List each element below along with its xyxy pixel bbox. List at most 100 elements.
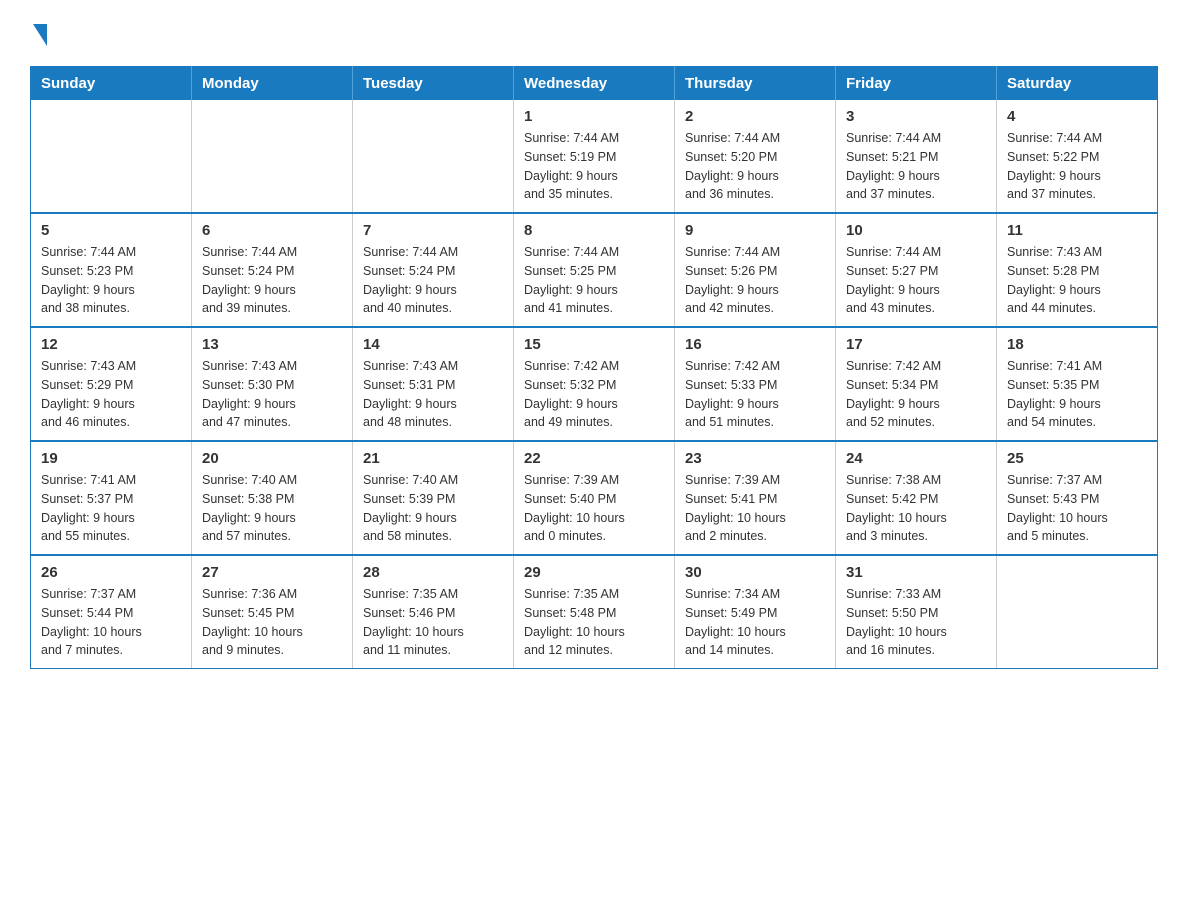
day-info: Sunrise: 7:36 AM Sunset: 5:45 PM Dayligh… <box>202 585 342 660</box>
day-number: 25 <box>1007 450 1147 467</box>
day-info: Sunrise: 7:44 AM Sunset: 5:21 PM Dayligh… <box>846 129 986 204</box>
calendar-cell: 5Sunrise: 7:44 AM Sunset: 5:23 PM Daylig… <box>31 213 192 327</box>
day-info: Sunrise: 7:39 AM Sunset: 5:41 PM Dayligh… <box>685 471 825 546</box>
day-info: Sunrise: 7:44 AM Sunset: 5:27 PM Dayligh… <box>846 243 986 318</box>
day-number: 31 <box>846 564 986 581</box>
day-number: 20 <box>202 450 342 467</box>
day-info: Sunrise: 7:44 AM Sunset: 5:25 PM Dayligh… <box>524 243 664 318</box>
calendar-cell: 28Sunrise: 7:35 AM Sunset: 5:46 PM Dayli… <box>353 555 514 669</box>
calendar-table: SundayMondayTuesdayWednesdayThursdayFrid… <box>30 66 1158 669</box>
calendar-cell: 16 Sunrise: 7:42 AM Sunset: 5:33 PM Dayli… <box>675 327 836 441</box>
weekday-header: Sunday <box>31 67 192 101</box>
day-number: 28 <box>363 564 503 581</box>
logo <box>30 20 47 46</box>
calendar-cell: 11 Sunrise: 7:43 AM Sunset: 5:28 PM Dayli… <box>997 213 1158 327</box>
calendar-cell: 30 Sunrise: 7:34 AM Sunset: 5:49 PM Dayli… <box>675 555 836 669</box>
day-info: Sunrise: 7:41 AM Sunset: 5:35 PM Dayligh… <box>1007 357 1147 432</box>
day-number: 14 <box>363 336 503 353</box>
calendar-cell: 12 Sunrise: 7:43 AM Sunset: 5:29 PM Dayli… <box>31 327 192 441</box>
day-number: 3 <box>846 108 986 125</box>
day-number: 18 <box>1007 336 1147 353</box>
calendar-cell: 18 Sunrise: 7:41 AM Sunset: 5:35 PM Dayli… <box>997 327 1158 441</box>
day-info: Sunrise: 7:42 AM Sunset: 5:32 PM Dayligh… <box>524 357 664 432</box>
page-header <box>30 20 1158 46</box>
day-info: Sunrise: 7:43 AM Sunset: 5:29 PM Dayligh… <box>41 357 181 432</box>
day-info: Sunrise: 7:44 AM Sunset: 5:26 PM Dayligh… <box>685 243 825 318</box>
day-info: Sunrise: 7:37 AM Sunset: 5:43 PM Dayligh… <box>1007 471 1147 546</box>
day-number: 5 <box>41 222 181 239</box>
day-number: 9 <box>685 222 825 239</box>
day-info: Sunrise: 7:34 AM Sunset: 5:49 PM Dayligh… <box>685 585 825 660</box>
day-number: 23 <box>685 450 825 467</box>
calendar-cell: 31Sunrise: 7:33 AM Sunset: 5:50 PM Dayli… <box>836 555 997 669</box>
day-info: Sunrise: 7:44 AM Sunset: 5:19 PM Dayligh… <box>524 129 664 204</box>
calendar-cell: 26 Sunrise: 7:37 AM Sunset: 5:44 PM Dayli… <box>31 555 192 669</box>
calendar-week-row: 12 Sunrise: 7:43 AM Sunset: 5:29 PM Dayli… <box>31 327 1158 441</box>
day-number: 13 <box>202 336 342 353</box>
weekday-header: Friday <box>836 67 997 101</box>
calendar-cell: 1 Sunrise: 7:44 AM Sunset: 5:19 PM Daylig… <box>514 100 675 213</box>
calendar-cell: 19 Sunrise: 7:41 AM Sunset: 5:37 PM Dayli… <box>31 441 192 555</box>
calendar-week-row: 5Sunrise: 7:44 AM Sunset: 5:23 PM Daylig… <box>31 213 1158 327</box>
day-info: Sunrise: 7:40 AM Sunset: 5:38 PM Dayligh… <box>202 471 342 546</box>
day-number: 10 <box>846 222 986 239</box>
weekday-header: Thursday <box>675 67 836 101</box>
day-info: Sunrise: 7:39 AM Sunset: 5:40 PM Dayligh… <box>524 471 664 546</box>
weekday-header: Saturday <box>997 67 1158 101</box>
calendar-cell: 23 Sunrise: 7:39 AM Sunset: 5:41 PM Dayli… <box>675 441 836 555</box>
day-info: Sunrise: 7:44 AM Sunset: 5:24 PM Dayligh… <box>202 243 342 318</box>
day-number: 19 <box>41 450 181 467</box>
calendar-cell <box>192 100 353 213</box>
calendar-cell: 14 Sunrise: 7:43 AM Sunset: 5:31 PM Dayli… <box>353 327 514 441</box>
weekday-header: Tuesday <box>353 67 514 101</box>
day-info: Sunrise: 7:35 AM Sunset: 5:48 PM Dayligh… <box>524 585 664 660</box>
calendar-week-row: 19 Sunrise: 7:41 AM Sunset: 5:37 PM Dayli… <box>31 441 1158 555</box>
day-info: Sunrise: 7:43 AM Sunset: 5:28 PM Dayligh… <box>1007 243 1147 318</box>
day-info: Sunrise: 7:44 AM Sunset: 5:24 PM Dayligh… <box>363 243 503 318</box>
calendar-cell <box>353 100 514 213</box>
day-number: 12 <box>41 336 181 353</box>
day-number: 26 <box>41 564 181 581</box>
day-info: Sunrise: 7:44 AM Sunset: 5:22 PM Dayligh… <box>1007 129 1147 204</box>
calendar-cell: 7Sunrise: 7:44 AM Sunset: 5:24 PM Daylig… <box>353 213 514 327</box>
calendar-cell: 29 Sunrise: 7:35 AM Sunset: 5:48 PM Dayli… <box>514 555 675 669</box>
calendar-cell: 15 Sunrise: 7:42 AM Sunset: 5:32 PM Dayli… <box>514 327 675 441</box>
day-number: 27 <box>202 564 342 581</box>
calendar-cell: 9 Sunrise: 7:44 AM Sunset: 5:26 PM Daylig… <box>675 213 836 327</box>
calendar-cell: 17Sunrise: 7:42 AM Sunset: 5:34 PM Dayli… <box>836 327 997 441</box>
calendar-cell: 8 Sunrise: 7:44 AM Sunset: 5:25 PM Daylig… <box>514 213 675 327</box>
day-info: Sunrise: 7:40 AM Sunset: 5:39 PM Dayligh… <box>363 471 503 546</box>
calendar-cell: 25 Sunrise: 7:37 AM Sunset: 5:43 PM Dayli… <box>997 441 1158 555</box>
day-number: 8 <box>524 222 664 239</box>
day-number: 17 <box>846 336 986 353</box>
calendar-cell: 3 Sunrise: 7:44 AM Sunset: 5:21 PM Daylig… <box>836 100 997 213</box>
logo-arrow-icon <box>33 24 47 46</box>
day-number: 15 <box>524 336 664 353</box>
calendar-cell: 10 Sunrise: 7:44 AM Sunset: 5:27 PM Dayli… <box>836 213 997 327</box>
day-number: 22 <box>524 450 664 467</box>
day-number: 24 <box>846 450 986 467</box>
day-info: Sunrise: 7:44 AM Sunset: 5:20 PM Dayligh… <box>685 129 825 204</box>
calendar-week-row: 1 Sunrise: 7:44 AM Sunset: 5:19 PM Daylig… <box>31 100 1158 213</box>
calendar-cell: 24 Sunrise: 7:38 AM Sunset: 5:42 PM Dayli… <box>836 441 997 555</box>
day-info: Sunrise: 7:42 AM Sunset: 5:33 PM Dayligh… <box>685 357 825 432</box>
day-info: Sunrise: 7:41 AM Sunset: 5:37 PM Dayligh… <box>41 471 181 546</box>
day-number: 6 <box>202 222 342 239</box>
calendar-week-row: 26 Sunrise: 7:37 AM Sunset: 5:44 PM Dayli… <box>31 555 1158 669</box>
day-number: 30 <box>685 564 825 581</box>
day-number: 16 <box>685 336 825 353</box>
day-info: Sunrise: 7:43 AM Sunset: 5:31 PM Dayligh… <box>363 357 503 432</box>
calendar-cell: 4Sunrise: 7:44 AM Sunset: 5:22 PM Daylig… <box>997 100 1158 213</box>
day-number: 29 <box>524 564 664 581</box>
calendar-cell: 27 Sunrise: 7:36 AM Sunset: 5:45 PM Dayli… <box>192 555 353 669</box>
calendar-cell: 2Sunrise: 7:44 AM Sunset: 5:20 PM Daylig… <box>675 100 836 213</box>
day-info: Sunrise: 7:38 AM Sunset: 5:42 PM Dayligh… <box>846 471 986 546</box>
day-number: 11 <box>1007 222 1147 239</box>
calendar-cell: 21Sunrise: 7:40 AM Sunset: 5:39 PM Dayli… <box>353 441 514 555</box>
day-number: 1 <box>524 108 664 125</box>
weekday-header: Wednesday <box>514 67 675 101</box>
weekday-header: Monday <box>192 67 353 101</box>
calendar-cell <box>31 100 192 213</box>
calendar-header-row: SundayMondayTuesdayWednesdayThursdayFrid… <box>31 67 1158 101</box>
day-info: Sunrise: 7:37 AM Sunset: 5:44 PM Dayligh… <box>41 585 181 660</box>
